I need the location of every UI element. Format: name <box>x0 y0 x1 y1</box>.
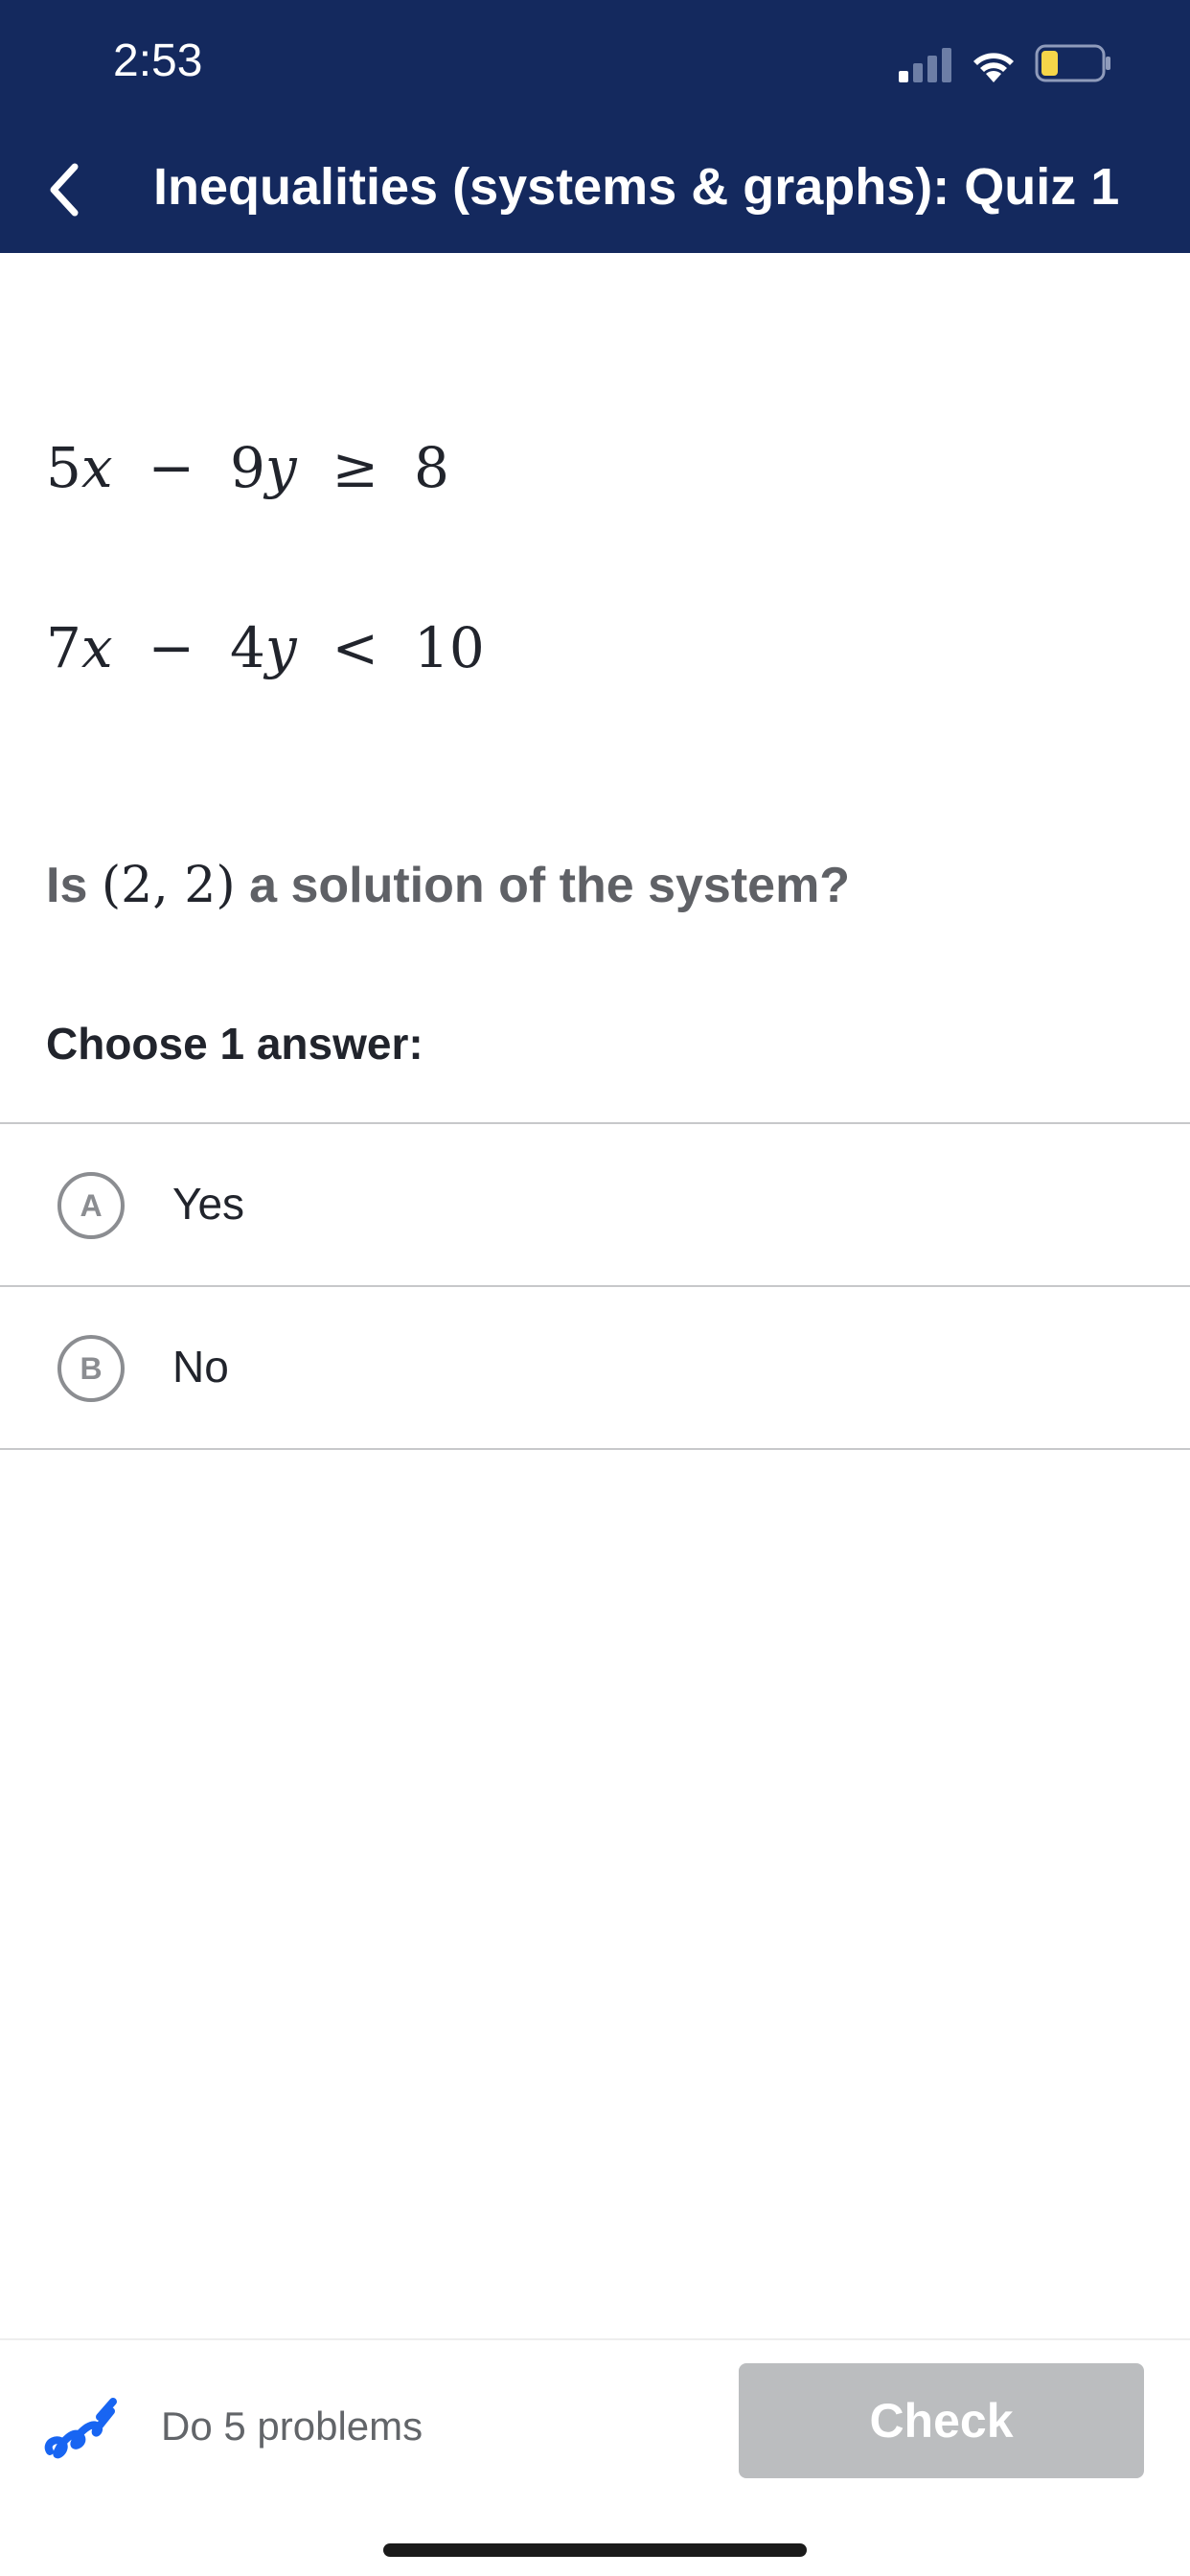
choice-letter-badge: B <box>57 1335 125 1402</box>
question-suffix: a solution of the system? <box>249 858 851 913</box>
inequality-1: 5x − 9y ≥ 8 <box>46 435 449 500</box>
back-button[interactable] <box>34 151 92 228</box>
status-bar: 2:53 <box>0 0 1190 130</box>
choice-label: Yes <box>172 1179 245 1229</box>
chevron-left-icon <box>50 163 79 217</box>
status-icons <box>899 42 1129 88</box>
ineq2-coef-a: 7 <box>46 615 81 680</box>
home-indicator[interactable] <box>383 2543 807 2557</box>
check-button[interactable]: Check <box>739 2363 1144 2478</box>
ineq2-operator: − <box>148 615 195 680</box>
choose-answer-label: Choose 1 answer: <box>46 1019 423 1069</box>
app-header: 2:53 Inequalities (systems & graphs): Qu… <box>0 0 1190 253</box>
question-prefix: Is <box>46 858 88 913</box>
answer-choice-a[interactable]: A Yes <box>0 1124 1190 1287</box>
question-text: Is (2, 2) a solution of the system? <box>46 857 850 914</box>
ineq1-var-y: y <box>264 435 297 500</box>
inequality-2: 7x − 4y < 10 <box>46 615 485 680</box>
page-title: Inequalities (systems & graphs): Quiz 1 <box>153 158 1120 216</box>
progress-text: Do 5 problems <box>161 2404 423 2449</box>
ineq1-relation: ≥ <box>332 435 379 500</box>
status-time: 2:53 <box>113 35 203 86</box>
ineq1-var-x: x <box>80 435 113 500</box>
ineq2-rhs: 10 <box>414 615 485 680</box>
ineq2-var-x: x <box>80 615 113 680</box>
ineq2-relation: < <box>332 615 379 680</box>
wifi-icon <box>973 53 1014 82</box>
choice-label: No <box>172 1342 229 1392</box>
ineq1-operator: − <box>148 435 195 500</box>
title-bar: Inequalities (systems & graphs): Quiz 1 <box>0 134 1190 253</box>
answer-choices: A Yes B No <box>0 1122 1190 1450</box>
ineq2-var-y: y <box>264 615 297 680</box>
footer-bar: Do 5 problems Check <box>0 2338 1190 2576</box>
ineq1-coef-b: 9 <box>229 435 265 500</box>
ineq1-coef-a: 5 <box>46 435 81 500</box>
battery-icon <box>1035 44 1110 82</box>
answer-choice-b[interactable]: B No <box>0 1287 1190 1450</box>
ineq2-coef-b: 4 <box>229 615 265 680</box>
squiggle-progress-icon <box>44 2398 117 2459</box>
cellular-signal-icon <box>899 48 951 82</box>
question-point: (2, 2) <box>101 857 236 914</box>
choice-letter-badge: A <box>57 1172 125 1239</box>
ineq1-rhs: 8 <box>414 435 449 500</box>
